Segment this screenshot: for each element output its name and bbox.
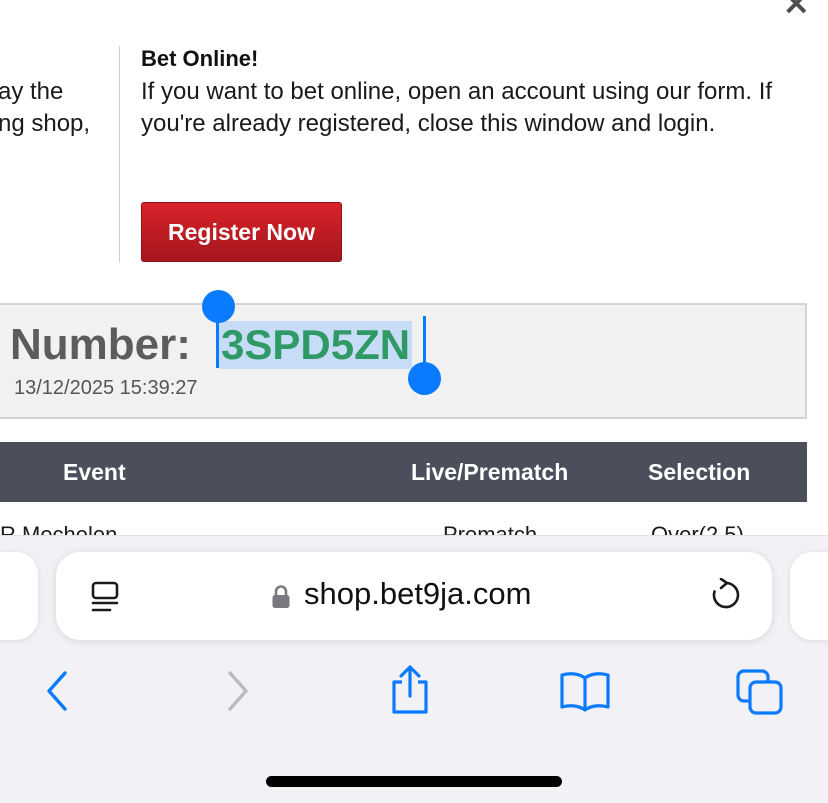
header-live-prematch: Live/Prematch (411, 459, 569, 485)
address-bar[interactable]: shop.bet9ja.com (56, 552, 772, 640)
bookmarks-icon[interactable] (559, 670, 611, 712)
ticket-number-label: Number: (10, 320, 191, 369)
previous-tab-peek[interactable] (0, 552, 38, 640)
ticket-number-value[interactable]: 3SPD5ZN (219, 321, 413, 369)
home-indicator (266, 776, 562, 787)
next-tab-peek[interactable] (790, 552, 828, 640)
close-icon[interactable]: × (782, 0, 811, 20)
popup-left-partial-text: ay the ng shop, (0, 78, 91, 137)
url-text[interactable]: shop.bet9ja.com (304, 576, 531, 612)
bet-online-description: If you want to bet online, open an accou… (141, 78, 773, 137)
bet-online-title: Bet Online! (141, 46, 259, 71)
lock-icon (272, 585, 290, 608)
header-event: Event (63, 459, 126, 485)
selection-start-caret (216, 310, 219, 368)
share-icon[interactable] (388, 664, 432, 716)
cell-event: R Mechelen (0, 522, 118, 536)
selection-end-handle[interactable] (408, 362, 441, 395)
cell-selection: Over(2.5) (651, 522, 744, 536)
ticket-datetime: 13/12/2025 15:39:27 (14, 377, 198, 399)
safari-toolbar: shop.bet9ja.com (0, 535, 828, 803)
forward-icon[interactable] (225, 670, 251, 712)
register-now-button[interactable]: Register Now (141, 202, 342, 262)
bets-table-header: Event Live/Prematch Selection (0, 442, 807, 502)
popup-divider (119, 46, 120, 262)
reload-icon[interactable] (709, 578, 743, 614)
reader-icon[interactable] (90, 580, 122, 614)
ticket-number-panel: Number: 3SPD5ZN 13/12/2025 15:39:27 (0, 303, 807, 419)
cell-live-prematch: Prematch (443, 522, 538, 536)
header-selection: Selection (648, 459, 751, 485)
table-row: R Mechelen Prematch Over(2.5) (0, 502, 807, 536)
tabs-icon[interactable] (735, 668, 785, 716)
back-icon[interactable] (44, 670, 70, 712)
